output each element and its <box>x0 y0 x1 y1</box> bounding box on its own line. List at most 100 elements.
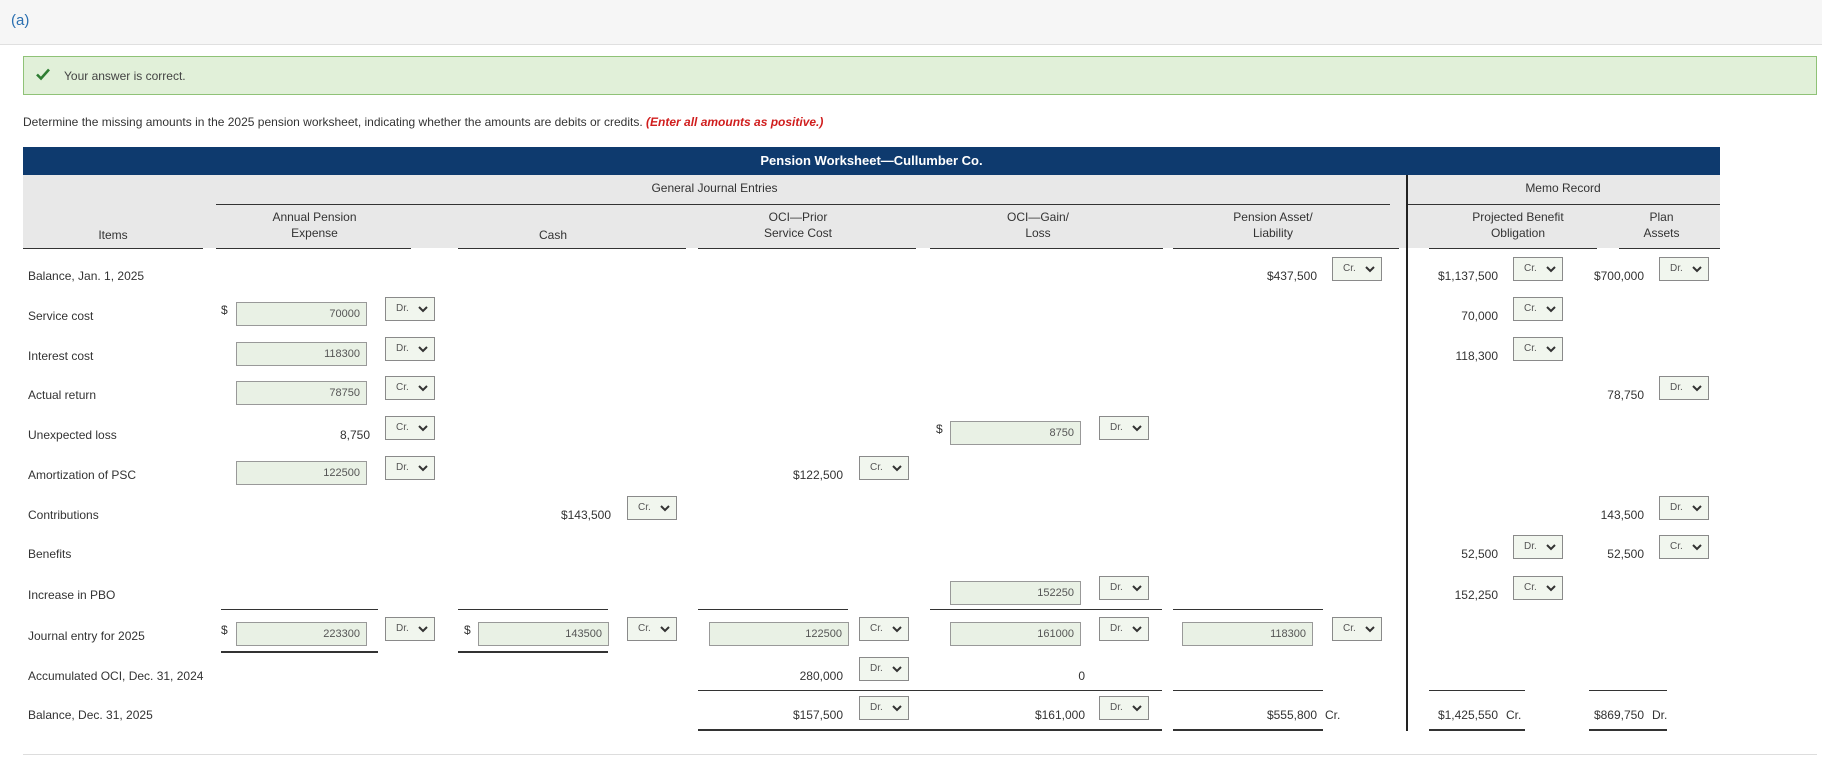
row-label: Interest cost <box>28 349 94 363</box>
chevron-down-icon <box>1692 385 1702 392</box>
amount-input[interactable]: 8750 <box>950 421 1081 445</box>
amount-input[interactable]: 143500 <box>478 622 609 646</box>
dr-cr-select[interactable]: Dr. <box>1099 696 1149 720</box>
pal-dc-label: Cr. <box>1325 708 1341 722</box>
dr-cr-select[interactable]: Dr. <box>1099 416 1149 440</box>
pal-balance-jan: $437,500 <box>1266 269 1317 283</box>
instructions-note: (Enter all amounts as positive.) <box>646 115 824 129</box>
amount-input[interactable]: 122500 <box>236 461 367 485</box>
chevron-down-icon <box>892 666 902 673</box>
row-label: Unexpected loss <box>28 428 117 442</box>
pa-balance-jan: $700,000 <box>1593 269 1644 283</box>
amount-input[interactable]: 118300 <box>236 342 367 366</box>
amount-input[interactable]: 122500 <box>709 622 849 646</box>
select-value: Cr. <box>638 623 651 634</box>
select-value: Cr. <box>1343 623 1356 634</box>
amount-input[interactable]: 118300 <box>1182 622 1313 646</box>
dr-cr-select[interactable]: Cr. <box>1513 576 1563 600</box>
chevron-down-icon <box>1546 585 1556 592</box>
dr-cr-select[interactable]: Dr. <box>859 696 909 720</box>
ape-unexpected-loss: 8,750 <box>339 428 370 442</box>
chevron-down-icon <box>1546 346 1556 353</box>
dr-cr-select[interactable]: Cr. <box>1513 337 1563 361</box>
row-label: Service cost <box>28 309 94 323</box>
chevron-down-icon <box>660 505 670 512</box>
select-value: Dr. <box>396 623 409 634</box>
header-ape-line2: Expense <box>291 226 338 240</box>
dr-cr-select[interactable]: Cr. <box>627 496 677 520</box>
dr-cr-select[interactable]: Cr. <box>1332 617 1382 641</box>
currency-sign: $ <box>221 623 228 637</box>
chevron-down-icon <box>418 465 428 472</box>
dr-cr-select[interactable]: Cr. <box>859 617 909 641</box>
ocigl-balance-dec: $161,000 <box>1034 708 1085 722</box>
chevron-down-icon <box>418 385 428 392</box>
feedback-message: Your answer is correct. <box>64 69 186 83</box>
dr-cr-select[interactable]: Cr. <box>385 376 435 400</box>
row-label: Accumulated OCI, Dec. 31, 2024 <box>28 669 204 683</box>
chevron-down-icon <box>892 465 902 472</box>
select-value: Cr. <box>1524 303 1537 314</box>
pbo-benefits: 52,500 <box>1461 547 1498 561</box>
chevron-down-icon <box>1132 425 1142 432</box>
memo-divider <box>1406 175 1408 731</box>
header-underline-0 <box>23 248 203 249</box>
select-value: Cr. <box>638 502 651 513</box>
pa-subtotal-line <box>1589 690 1667 691</box>
header-ocigl-line2: Loss <box>1025 226 1051 240</box>
header-items: Items <box>98 228 128 242</box>
header-underline-3 <box>698 248 916 249</box>
header-pal-line2: Liability <box>1252 226 1294 240</box>
gl-total-topline <box>930 609 1162 610</box>
pension-worksheet: Pension Worksheet—Cullumber Co. General … <box>23 147 1720 757</box>
chevron-down-icon <box>1132 626 1142 633</box>
header-pa-line1: Plan <box>1649 210 1674 224</box>
dr-cr-select[interactable]: Dr. <box>1659 496 1709 520</box>
amount-input[interactable]: 152250 <box>950 581 1081 605</box>
select-value: Dr. <box>1110 422 1123 433</box>
dr-cr-select[interactable]: Dr. <box>859 657 909 681</box>
pbo-balance-dec: $1,425,550 <box>1437 708 1498 722</box>
dr-cr-select[interactable]: Dr. <box>1099 617 1149 641</box>
dr-cr-select[interactable]: Dr. <box>385 297 435 321</box>
header-pbo-line1: Projected Benefit <box>1472 210 1564 224</box>
amount-input[interactable]: 161000 <box>950 622 1081 646</box>
header-underline-5 <box>1173 248 1399 249</box>
instructions: Determine the missing amounts in the 202… <box>23 115 823 129</box>
header-underline-6 <box>1429 248 1597 249</box>
select-value: Cr. <box>396 382 409 393</box>
pal-total-topline <box>1173 609 1323 610</box>
row-label: Increase in PBO <box>28 588 116 602</box>
dr-cr-select[interactable]: Dr. <box>1659 376 1709 400</box>
select-value: Dr. <box>396 462 409 473</box>
dr-cr-select[interactable]: Cr. <box>1659 535 1709 559</box>
header-pa-line2: Assets <box>1643 226 1680 240</box>
ape-total-underline <box>221 651 378 653</box>
select-value: Dr. <box>396 303 409 314</box>
select-value: Dr. <box>1110 623 1123 634</box>
amount-input[interactable]: 70000 <box>236 302 367 326</box>
dr-cr-select[interactable]: Dr. <box>385 337 435 361</box>
amount-input[interactable]: 78750 <box>236 381 367 405</box>
currency-sign: $ <box>221 303 228 317</box>
currency-sign: $ <box>936 422 943 436</box>
dr-cr-select[interactable]: Dr. <box>385 617 435 641</box>
dr-cr-select[interactable]: Cr. <box>1513 297 1563 321</box>
select-value: Dr. <box>870 702 883 713</box>
top-bar: (a) <box>0 0 1822 45</box>
psc-balance-underline <box>698 729 930 731</box>
header-underline-1 <box>216 248 411 249</box>
dr-cr-select[interactable]: Cr. <box>627 617 677 641</box>
dr-cr-select[interactable]: Dr. <box>385 456 435 480</box>
pbo-balance-jan: $1,137,500 <box>1437 269 1498 283</box>
dr-cr-select[interactable]: Dr. <box>1659 257 1709 281</box>
chevron-down-icon <box>1692 505 1702 512</box>
pa-contributions: 143,500 <box>1600 508 1644 522</box>
check-icon <box>36 68 50 81</box>
dr-cr-select[interactable]: Cr. <box>385 416 435 440</box>
row-label: Balance, Jan. 1, 2025 <box>28 269 145 283</box>
dr-cr-select[interactable]: Cr. <box>859 456 909 480</box>
amount-input[interactable]: 223300 <box>236 622 367 646</box>
select-value: Dr. <box>1670 263 1683 274</box>
dr-cr-select[interactable]: Dr. <box>1099 576 1149 600</box>
